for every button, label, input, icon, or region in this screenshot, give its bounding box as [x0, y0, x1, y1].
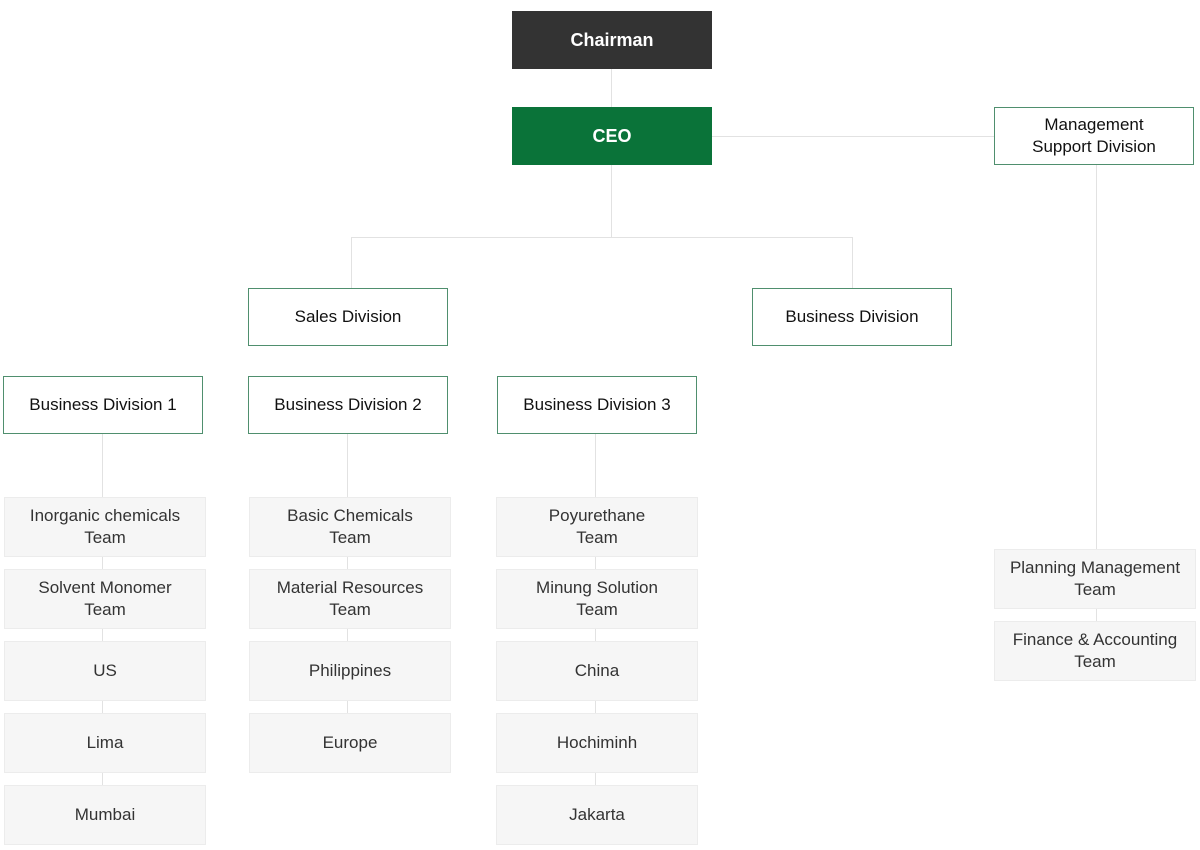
- connector-ceo-down: [611, 165, 612, 237]
- connector-chairman-ceo: [611, 69, 612, 107]
- sales-division-label: Sales Division: [294, 307, 402, 326]
- team-label: Minung Solution Team: [536, 578, 658, 619]
- business-division-3-box: Business Division 3: [497, 376, 697, 434]
- team-label: Material Resources Team: [276, 578, 424, 619]
- business-division-box: Business Division: [752, 288, 952, 346]
- team-box: Lima: [4, 713, 206, 773]
- team-box: Material Resources Team: [249, 569, 451, 629]
- connector-horizontal-branch: [351, 237, 853, 238]
- team-label: Europe: [322, 733, 378, 752]
- ceo-box: CEO: [512, 107, 712, 165]
- business-division-1-box: Business Division 1: [3, 376, 203, 434]
- team-box: Jakarta: [496, 785, 698, 845]
- team-box: Basic Chemicals Team: [249, 497, 451, 557]
- connector-to-sales: [351, 237, 352, 288]
- business-division-label: Business Division: [785, 307, 919, 326]
- support-team-label: Planning Management Team: [1009, 558, 1181, 599]
- team-box: Minung Solution Team: [496, 569, 698, 629]
- team-box: Hochiminh: [496, 713, 698, 773]
- chairman-box: Chairman: [512, 11, 712, 69]
- management-support-box: Management Support Division: [994, 107, 1194, 165]
- team-label: China: [574, 661, 620, 680]
- chairman-label: Chairman: [570, 30, 654, 50]
- business-division-2-box: Business Division 2: [248, 376, 448, 434]
- business-division-3-label: Business Division 3: [523, 395, 671, 414]
- support-team-label: Finance & Accounting Team: [1012, 630, 1178, 671]
- team-box: Solvent Monomer Team: [4, 569, 206, 629]
- team-label: Poyurethane Team: [548, 506, 646, 547]
- team-label: US: [93, 661, 117, 680]
- connector-to-business: [852, 237, 853, 288]
- team-label: Mumbai: [74, 805, 136, 824]
- team-label: Solvent Monomer Team: [38, 578, 172, 619]
- team-label: Inorganic chemicals Team: [29, 506, 181, 547]
- support-team-box: Planning Management Team: [994, 549, 1196, 609]
- connector-ceo-management: [711, 136, 994, 137]
- business-division-1-label: Business Division 1: [29, 395, 177, 414]
- connector-management-down: [1096, 165, 1097, 550]
- team-box: Europe: [249, 713, 451, 773]
- sales-division-box: Sales Division: [248, 288, 448, 346]
- team-box: Inorganic chemicals Team: [4, 497, 206, 557]
- team-label: Jakarta: [569, 805, 625, 824]
- team-box: China: [496, 641, 698, 701]
- team-label: Lima: [86, 733, 124, 752]
- team-box: Mumbai: [4, 785, 206, 845]
- support-team-box: Finance & Accounting Team: [994, 621, 1196, 681]
- team-label: Hochiminh: [556, 733, 638, 752]
- business-division-2-label: Business Division 2: [274, 395, 422, 414]
- team-label: Basic Chemicals Team: [287, 506, 413, 547]
- team-box: Philippines: [249, 641, 451, 701]
- team-label: Philippines: [308, 661, 392, 680]
- ceo-label: CEO: [592, 126, 632, 146]
- team-box: Poyurethane Team: [496, 497, 698, 557]
- management-support-label: Management Support Division: [1032, 115, 1156, 156]
- team-box: US: [4, 641, 206, 701]
